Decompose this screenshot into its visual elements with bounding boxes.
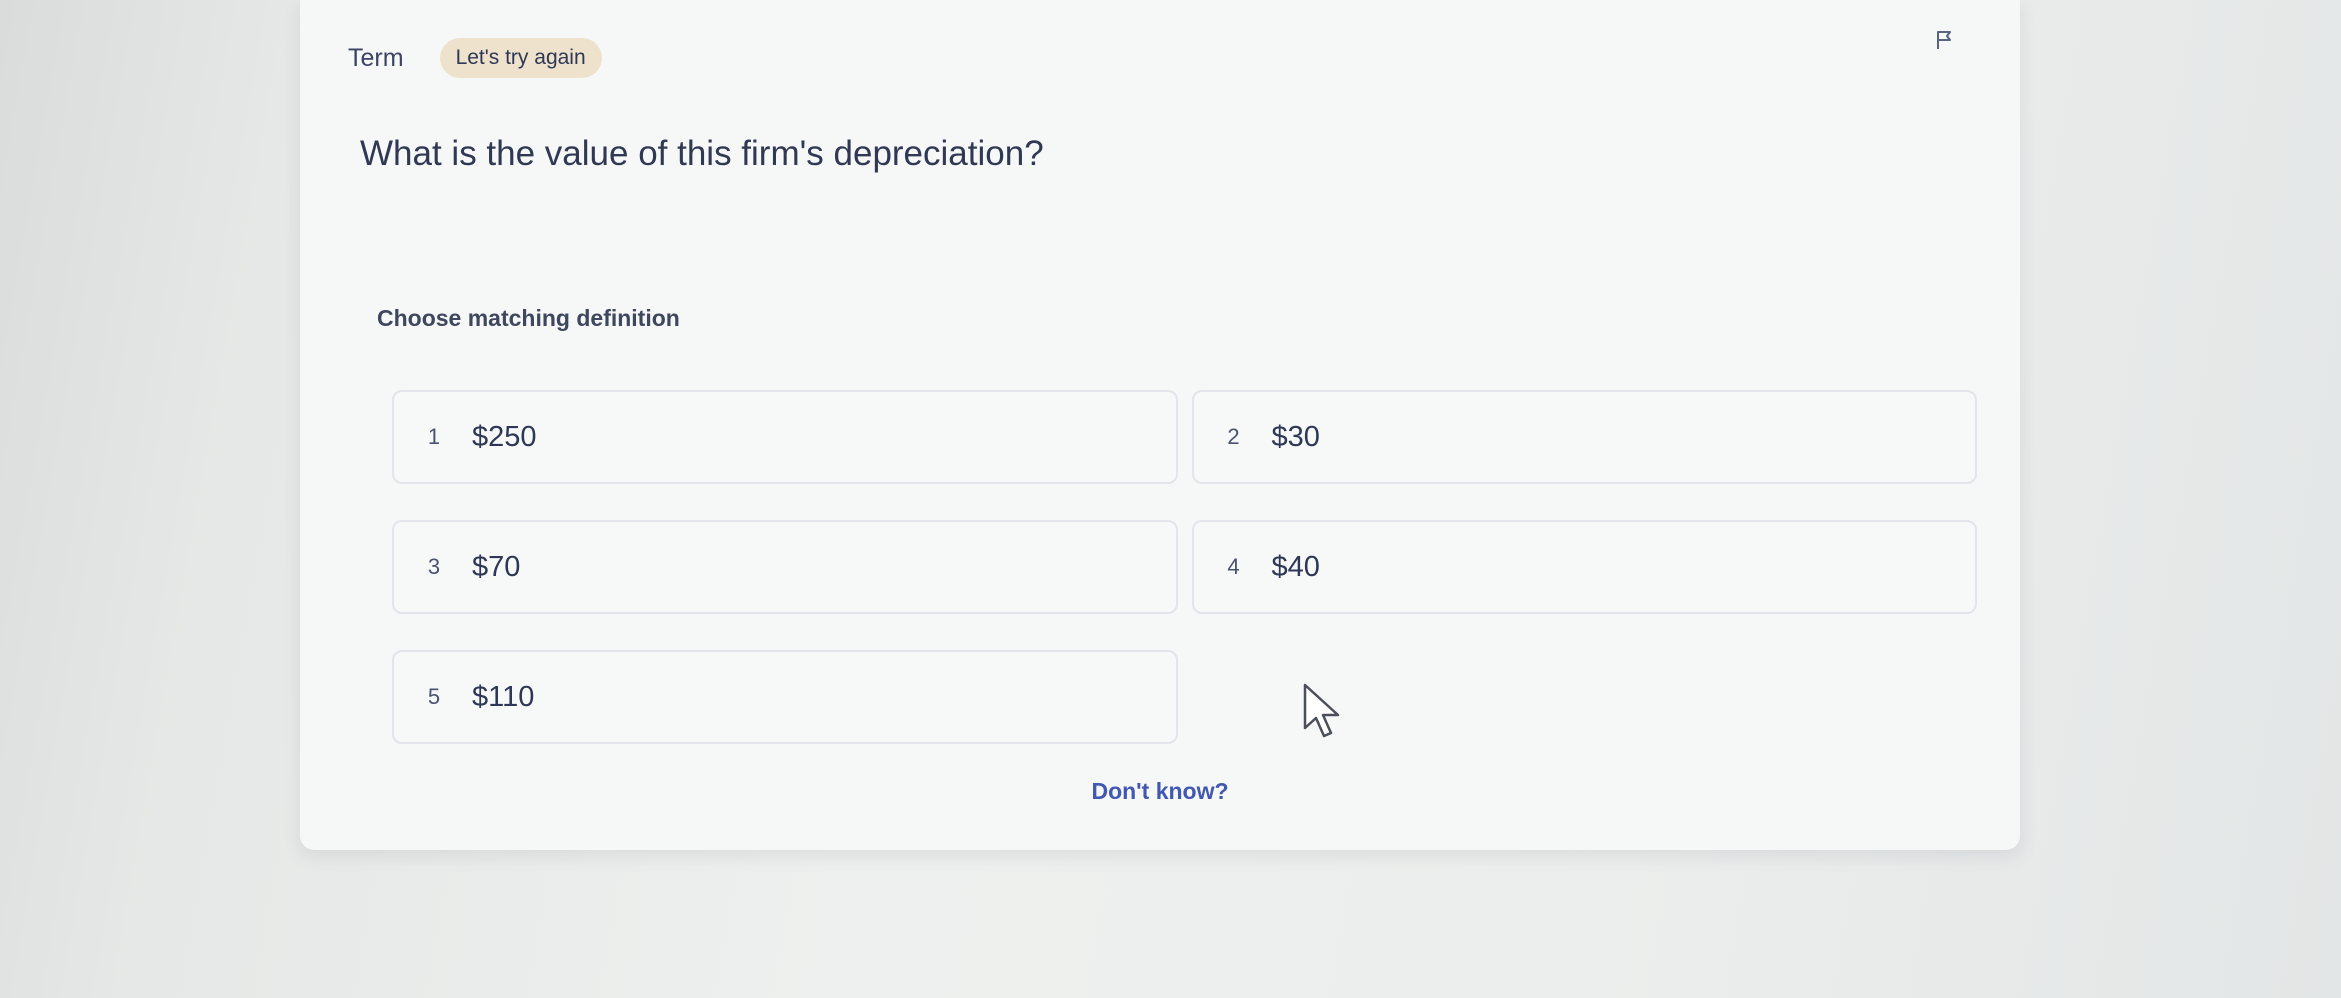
card-header: Term Let's try again bbox=[348, 38, 602, 78]
try-again-badge: Let's try again bbox=[439, 38, 602, 78]
answer-option-1[interactable]: 1 $250 bbox=[392, 390, 1178, 484]
flashcard-panel: Term Let's try again What is the value o… bbox=[300, 0, 2020, 850]
answer-option-5[interactable]: 5 $110 bbox=[392, 650, 1178, 744]
mouse-pointer-svg bbox=[1303, 683, 1340, 738]
dont-know-link[interactable]: Don't know? bbox=[1090, 778, 1230, 805]
option-number: 5 bbox=[427, 684, 441, 709]
answer-option-2[interactable]: 2 $30 bbox=[1191, 390, 1977, 484]
term-label: Term bbox=[348, 43, 404, 72]
flag-icon-svg bbox=[1937, 31, 1951, 49]
answer-option-4[interactable]: 4 $40 bbox=[1191, 520, 1977, 614]
option-text: $70 bbox=[472, 550, 521, 583]
answer-options: 1 $250 2 $30 3 $70 4 $40 5 $110 bbox=[392, 390, 1977, 744]
answer-option-3[interactable]: 3 $70 bbox=[392, 520, 1178, 614]
option-number: 2 bbox=[1227, 424, 1240, 449]
choose-prompt: Choose matching definition bbox=[377, 305, 680, 331]
question-text: What is the value of this firm's depreci… bbox=[360, 134, 1044, 173]
flag-icon[interactable] bbox=[1932, 28, 1958, 54]
option-number: 1 bbox=[427, 424, 441, 449]
option-text: $40 bbox=[1271, 550, 1320, 583]
option-number: 4 bbox=[1227, 554, 1240, 579]
option-text: $30 bbox=[1271, 420, 1320, 453]
option-number: 3 bbox=[427, 554, 441, 579]
option-text: $110 bbox=[472, 680, 535, 713]
option-text: $250 bbox=[472, 420, 537, 453]
mouse-pointer-icon bbox=[1302, 682, 1346, 740]
